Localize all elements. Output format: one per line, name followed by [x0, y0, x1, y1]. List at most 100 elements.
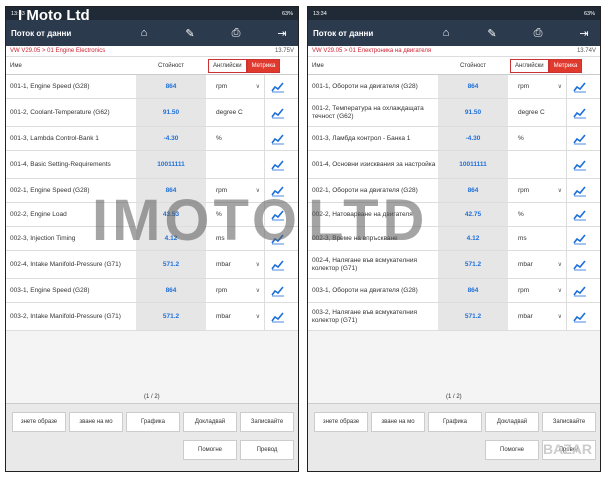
graph-icon[interactable]	[566, 127, 592, 150]
table-row[interactable]: 002-4, Налягане във всмукателния колекто…	[308, 251, 600, 279]
table-row[interactable]: 002-3, Време на впръскване 4.12 ms	[308, 227, 600, 251]
toolbar-button-2[interactable]: зване на мо	[69, 412, 123, 432]
help-button[interactable]: Помогне	[183, 440, 237, 460]
chevron-down-icon[interactable]: ∨	[256, 187, 260, 194]
graph-icon[interactable]	[264, 99, 290, 126]
help-button[interactable]: Помогне	[485, 440, 539, 460]
graph-icon[interactable]	[566, 279, 592, 302]
table-row[interactable]: 001-2, Температура на охлаждащата течнос…	[308, 99, 600, 127]
chevron-down-icon[interactable]: ∨	[256, 287, 260, 294]
chevron-down-icon[interactable]: ∨	[558, 287, 562, 294]
graph-icon[interactable]	[566, 227, 592, 250]
graph-icon[interactable]	[264, 151, 290, 178]
table-row[interactable]: 002-1, Обороти на двигателя (G28) 864 rpm ∨	[308, 179, 600, 203]
unit-selector[interactable]: rpm ∨	[508, 187, 566, 194]
chevron-down-icon[interactable]: ∨	[558, 187, 562, 194]
graph-button[interactable]: Графика	[428, 412, 482, 432]
unit-selector: degree C	[508, 109, 566, 116]
graph-icon[interactable]	[566, 303, 592, 330]
report-button[interactable]: Докладвай	[485, 412, 539, 432]
edit-icon[interactable]: ✎	[481, 24, 503, 42]
unit-selector[interactable]: rpm ∨	[206, 83, 264, 90]
english-units-button[interactable]: Английски	[510, 58, 549, 73]
table-row[interactable]: 001-3, Lambda Control-Bank 1 -4.30%	[6, 127, 298, 151]
home-icon[interactable]: ⌂	[133, 24, 155, 42]
toolbar-button-2[interactable]: зване на мо	[371, 412, 425, 432]
parameter-value: 10011111	[136, 151, 206, 178]
data-stream-list: 001-1, Engine Speed (G28) 864 rpm ∨ 001-2, C…	[6, 75, 298, 331]
metric-units-button[interactable]: Метрика	[246, 58, 281, 73]
chevron-down-icon[interactable]: ∨	[558, 261, 562, 268]
exit-icon[interactable]: ⇥	[573, 24, 595, 42]
graph-icon[interactable]	[264, 303, 290, 330]
home-icon[interactable]: ⌂	[435, 24, 457, 42]
table-row[interactable]: 001-4, Основни изисквания за настройка 10…	[308, 151, 600, 179]
unit-toggle[interactable]: Английски Метрика	[208, 58, 281, 73]
table-row[interactable]: 002-3, Injection Timing 4.12 ms	[6, 227, 298, 251]
record-button[interactable]: Записвайте	[240, 412, 294, 432]
parameter-value: 864	[136, 179, 206, 202]
unit-selector[interactable]: rpm ∨	[508, 287, 566, 294]
metric-units-button[interactable]: Метрика	[548, 58, 583, 73]
chevron-down-icon[interactable]: ∨	[256, 83, 260, 90]
print-icon[interactable]: ⎙	[225, 24, 247, 42]
table-row[interactable]: 002-2, Engine Load 43.53%	[6, 203, 298, 227]
table-row[interactable]: 001-1, Обороти на двигателя (G28) 864 rpm ∨	[308, 75, 600, 99]
translate-button[interactable]: Превод	[240, 440, 294, 460]
table-row[interactable]: 002-1, Engine Speed (G28) 864 rpm ∨	[6, 179, 298, 203]
table-row[interactable]: 003-1, Engine Speed (G28) 864 rpm ∨	[6, 279, 298, 303]
unit-toggle[interactable]: Английски Метрика	[510, 58, 583, 73]
graph-icon[interactable]	[566, 99, 592, 126]
record-button[interactable]: Записвайте	[542, 412, 596, 432]
toolbar-button-1[interactable]: знете образе	[314, 412, 368, 432]
graph-icon[interactable]	[566, 179, 592, 202]
report-button[interactable]: Докладвай	[183, 412, 237, 432]
table-row[interactable]: 003-2, Intake Manifold-Pressure (G71) 571…	[6, 303, 298, 331]
unit-selector[interactable]: mbar ∨	[508, 261, 566, 268]
unit-selector[interactable]: mbar ∨	[508, 313, 566, 320]
graph-icon[interactable]	[264, 279, 290, 302]
edit-icon[interactable]: ✎	[179, 24, 201, 42]
table-row[interactable]: 002-4, Intake Manifold-Pressure (G71) 571…	[6, 251, 298, 279]
table-row[interactable]: 003-1, Обороти на двигателя (G28) 864 rpm ∨	[308, 279, 600, 303]
parameter-name: 002-3, Време на впръскване	[312, 234, 398, 242]
parameter-name: 002-1, Engine Speed (G28)	[10, 186, 90, 194]
unit-label: degree C	[216, 109, 243, 116]
unit-selector[interactable]: mbar ∨	[206, 313, 264, 320]
graph-icon[interactable]	[566, 203, 592, 226]
chevron-down-icon[interactable]: ∨	[256, 313, 260, 320]
chevron-down-icon[interactable]: ∨	[558, 313, 562, 320]
table-row[interactable]: 002-2, Натоварване на двигателя 42.75%	[308, 203, 600, 227]
unit-label: %	[518, 135, 524, 142]
unit-label: %	[216, 211, 222, 218]
graph-icon[interactable]	[566, 251, 592, 278]
unit-selector[interactable]: rpm ∨	[206, 187, 264, 194]
unit-label: mbar	[518, 261, 533, 268]
chevron-down-icon[interactable]: ∨	[256, 261, 260, 268]
table-row[interactable]: 001-3, Ламбда контрол - Банка 1 -4.30%	[308, 127, 600, 151]
graph-icon[interactable]	[566, 75, 592, 98]
table-row[interactable]: 001-1, Engine Speed (G28) 864 rpm ∨	[6, 75, 298, 99]
table-row[interactable]: 001-4, Basic Setting-Requirements 1001111…	[6, 151, 298, 179]
table-row[interactable]: 001-2, Coolant-Temperature (G62) 91.50 deg…	[6, 99, 298, 127]
graph-icon[interactable]	[264, 203, 290, 226]
graph-icon[interactable]	[264, 227, 290, 250]
graph-icon[interactable]	[264, 179, 290, 202]
parameter-value: 571.2	[438, 251, 508, 278]
graph-icon[interactable]	[264, 127, 290, 150]
unit-selector[interactable]: mbar ∨	[206, 261, 264, 268]
table-row[interactable]: 003-2, Налягане във всмукателния колекто…	[308, 303, 600, 331]
graph-button[interactable]: Графика	[126, 412, 180, 432]
unit-selector[interactable]: rpm ∨	[206, 287, 264, 294]
toolbar-button-1[interactable]: знете образе	[12, 412, 66, 432]
graph-icon[interactable]	[566, 151, 592, 178]
english-units-button[interactable]: Английски	[208, 58, 247, 73]
chevron-down-icon[interactable]: ∨	[558, 83, 562, 90]
graph-icon[interactable]	[264, 251, 290, 278]
exit-icon[interactable]: ⇥	[271, 24, 293, 42]
print-icon[interactable]: ⎙	[527, 24, 549, 42]
graph-icon[interactable]	[264, 75, 290, 98]
unit-selector[interactable]: rpm ∨	[508, 83, 566, 90]
parameter-value: 10011111	[438, 151, 508, 178]
parameter-name: 001-4, Основни изисквания за настройка	[312, 160, 436, 168]
